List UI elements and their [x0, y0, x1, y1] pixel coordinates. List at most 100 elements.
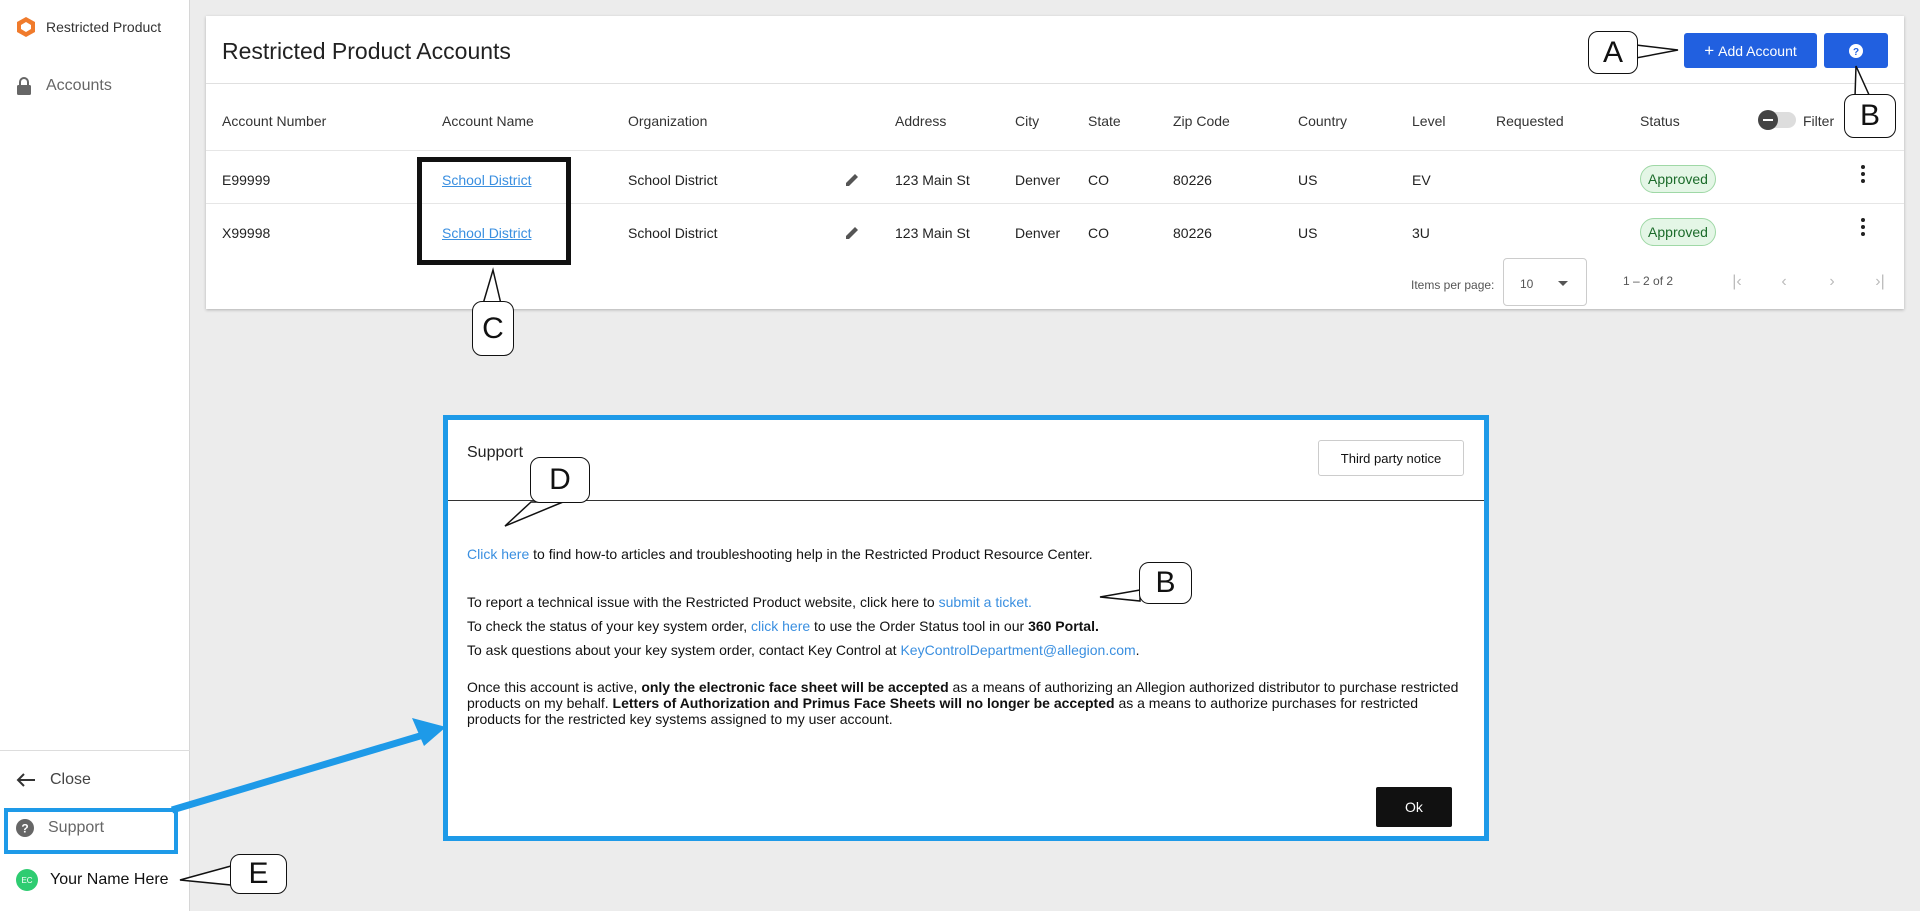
sidebar-item-label: Support	[48, 819, 105, 836]
sidebar-item-label: Accounts	[46, 77, 112, 94]
user-name: Your Name Here	[50, 871, 169, 888]
plus-icon: +	[1704, 40, 1715, 60]
ok-button[interactable]: Ok	[1376, 787, 1452, 827]
sidebar-item-accounts[interactable]: Accounts	[16, 77, 112, 95]
cell-state: CO	[1088, 172, 1109, 188]
next-page-icon[interactable]: ›	[1821, 271, 1843, 293]
brand[interactable]: Restricted Product	[16, 16, 161, 38]
cell-city: Denver	[1015, 225, 1061, 241]
cell-zip-code: 80226	[1173, 172, 1212, 188]
column-header-state[interactable]: State	[1088, 113, 1121, 129]
brand-logo-icon	[17, 17, 35, 37]
row-divider	[206, 150, 1904, 151]
column-header-zip-code[interactable]: Zip Code	[1173, 113, 1230, 129]
cell-address: 123 Main St	[895, 172, 970, 188]
user-profile[interactable]: EC Your Name Here	[16, 869, 169, 891]
paragraph-bold-2: Letters of Authorization and Primus Face…	[612, 695, 1115, 711]
edit-pencil-icon[interactable]	[843, 171, 861, 189]
callout-e: E	[230, 854, 287, 894]
more-options-icon[interactable]	[1853, 215, 1873, 239]
callout-b2: B	[1139, 562, 1192, 604]
status-badge: Approved	[1640, 218, 1716, 246]
order-status-link[interactable]: click here	[751, 618, 810, 634]
cell-organization: School District	[628, 225, 718, 241]
column-header-organization[interactable]: Organization	[628, 113, 707, 129]
avatar: EC	[16, 869, 38, 891]
last-page-icon[interactable]: ›|	[1869, 271, 1891, 293]
order-status-text: To check the status of your key system o…	[467, 618, 752, 634]
callout-d: D	[530, 457, 590, 503]
svg-text:?: ?	[21, 822, 28, 836]
callout-c: C	[472, 301, 514, 356]
cell-city: Denver	[1015, 172, 1061, 188]
cell-organization: School District	[628, 172, 718, 188]
first-page-icon[interactable]: |‹	[1726, 271, 1748, 293]
callout-b1: B	[1844, 94, 1896, 138]
dialog-title: Support	[467, 444, 524, 461]
column-header-account-number[interactable]: Account Number	[222, 113, 326, 129]
cell-zip-code: 80226	[1173, 225, 1212, 241]
column-header-city[interactable]: City	[1015, 113, 1039, 129]
sidebar: Restricted Product Accounts Close ? Supp…	[0, 0, 190, 911]
sidebar-item-support[interactable]: ? Support	[16, 819, 104, 837]
brand-name: Restricted Product	[46, 19, 162, 35]
paragraph-text-1: Once this account is active,	[467, 679, 642, 695]
paragraph-bold-1: only the electronic face sheet will be a…	[641, 679, 949, 695]
status-badge: Approved	[1640, 165, 1716, 193]
resource-center-link[interactable]: Click here	[467, 546, 529, 562]
order-status-text-2: to use the Order Status tool in our	[810, 618, 1029, 634]
order-status-line: To check the status of your key system o…	[467, 618, 1099, 634]
more-options-icon[interactable]	[1853, 162, 1873, 186]
key-control-text: To ask questions about your key system o…	[467, 642, 901, 658]
previous-page-icon[interactable]: ‹	[1773, 271, 1795, 293]
add-account-label: Add Account	[1718, 42, 1797, 59]
column-header-country[interactable]: Country	[1298, 113, 1347, 129]
filter-toggle[interactable]	[1758, 110, 1796, 130]
callout-a: A	[1588, 31, 1638, 74]
support-arrow-line	[170, 729, 432, 814]
items-per-page-value: 10	[1520, 277, 1534, 291]
sidebar-divider	[0, 750, 190, 751]
cell-account-number: E99999	[222, 172, 271, 188]
column-header-address[interactable]: Address	[895, 113, 946, 129]
cell-address: 123 Main St	[895, 225, 970, 241]
portal-name: 360 Portal.	[1028, 618, 1099, 634]
sidebar-item-close[interactable]: Close	[16, 771, 91, 789]
key-control-email-link[interactable]: KeyControlDepartment@allegion.com	[900, 642, 1135, 658]
sidebar-item-label: Close	[50, 771, 91, 788]
submit-ticket-link[interactable]: submit a ticket.	[939, 594, 1032, 610]
svg-text:?: ?	[1853, 47, 1859, 58]
callout-c-highlight-box	[417, 157, 571, 265]
cell-country: US	[1298, 172, 1318, 188]
column-header-level[interactable]: Level	[1412, 113, 1445, 129]
filter-label: Filter	[1803, 113, 1835, 129]
help-button[interactable]: ?	[1824, 33, 1888, 68]
submit-ticket-text: To report a technical issue with the Res…	[467, 594, 939, 610]
column-header-requested[interactable]: Requested	[1496, 113, 1564, 129]
add-account-button[interactable]: + Add Account	[1684, 33, 1817, 68]
support-dialog: Support Third party notice Click here to…	[443, 415, 1489, 841]
arrow-left-icon	[16, 773, 35, 787]
cell-account-number: X99998	[222, 225, 271, 241]
column-header-account-name[interactable]: Account Name	[442, 113, 534, 129]
resource-center-line: Click here to find how-to articles and t…	[467, 546, 1093, 562]
cell-level: 3U	[1412, 225, 1430, 241]
submit-ticket-line: To report a technical issue with the Res…	[467, 594, 1032, 610]
cell-state: CO	[1088, 225, 1109, 241]
items-per-page-select[interactable]: 10	[1503, 258, 1587, 306]
lock-icon	[17, 77, 31, 95]
toggle-knob	[1758, 110, 1778, 130]
caret-down-icon	[1558, 281, 1568, 286]
dialog-divider	[448, 500, 1484, 501]
resource-center-text: to find how-to articles and troubleshoot…	[529, 546, 1093, 562]
items-per-page-label: Items per page:	[1411, 278, 1495, 292]
column-header-status[interactable]: Status	[1640, 113, 1680, 129]
key-control-end: .	[1135, 642, 1140, 658]
header-divider	[206, 83, 1904, 84]
face-sheet-paragraph: Once this account is active, only the el…	[467, 679, 1467, 727]
help-circle-icon: ?	[1849, 43, 1863, 58]
third-party-notice-button[interactable]: Third party notice	[1318, 440, 1464, 476]
support-arrow-head	[412, 718, 446, 746]
pager-range: 1 – 2 of 2	[1623, 274, 1674, 288]
edit-pencil-icon[interactable]	[843, 224, 861, 242]
